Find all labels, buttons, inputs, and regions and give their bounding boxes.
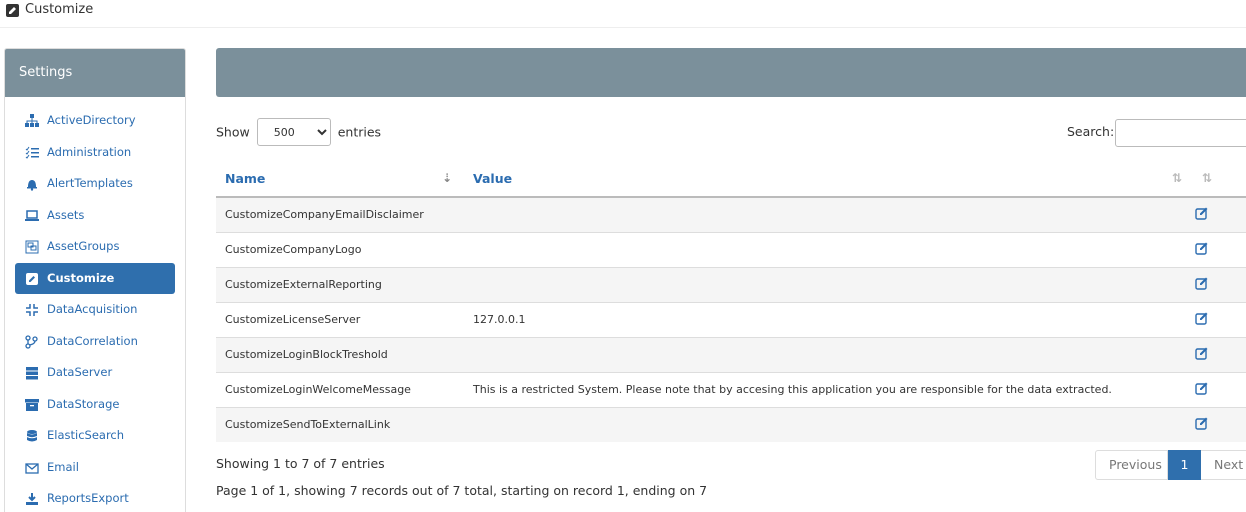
- entries-label: entries: [337, 124, 382, 140]
- table-row: CustomizeLicenseServer 127.0.0.1: [216, 301, 1246, 337]
- page-size-select[interactable]: 500: [256, 118, 331, 146]
- cell-value: [464, 231, 1186, 267]
- server-icon: [26, 367, 38, 380]
- cell-value: [464, 196, 1186, 232]
- page-title: Customize: [25, 2, 94, 17]
- edit-icon[interactable]: [1195, 311, 1209, 325]
- column-header-actions[interactable]: ⇅: [1186, 160, 1246, 198]
- table-row: CustomizeExternalReporting: [216, 266, 1246, 302]
- compress-icon: [26, 304, 38, 316]
- list-check-icon: [25, 146, 39, 159]
- sidebar-item-label: ElasticSearch: [47, 428, 125, 442]
- edit-icon[interactable]: [1195, 381, 1209, 395]
- sidebar-item-label: DataAcquisition: [47, 302, 138, 316]
- sidebar-item-assets[interactable]: Assets: [15, 200, 175, 232]
- sidebar-item-reportsexport[interactable]: ReportsExport: [15, 483, 175, 512]
- sidebar-item-label: AlertTemplates: [47, 176, 133, 190]
- archive-icon: [25, 398, 39, 411]
- cell-name: CustomizeLicenseServer: [216, 301, 464, 337]
- column-header-value[interactable]: Value ⇅: [464, 160, 1186, 198]
- cell-value: 127.0.0.1: [464, 301, 1186, 337]
- sidebar-item-customize[interactable]: Customize: [15, 262, 175, 294]
- sidebar-item-label: ActiveDirectory: [47, 113, 136, 127]
- search-label: Search:: [1067, 124, 1115, 139]
- envelope-icon: [25, 462, 39, 474]
- pagination: Previous 1 Next: [1095, 450, 1246, 480]
- sort-desc-icon: ⇣: [442, 171, 453, 185]
- sidebar-item-label: Administration: [47, 144, 132, 159]
- search-input[interactable]: [1115, 119, 1246, 147]
- cell-value: [464, 406, 1186, 442]
- cell-name: CustomizeSendToExternalLink: [216, 406, 464, 442]
- next-page-button[interactable]: Next: [1201, 450, 1246, 480]
- cell-value: This is a restricted System. Please note…: [464, 371, 1186, 407]
- search-control: Search:: [1067, 119, 1246, 147]
- sidebar-item-email[interactable]: Email: [15, 452, 175, 484]
- table-row: CustomizeCompanyLogo: [216, 231, 1246, 267]
- sidebar-item-label: DataCorrelation: [47, 333, 138, 348]
- table-row: CustomizeSendToExternalLink: [216, 406, 1246, 442]
- sidebar-title: Settings: [5, 49, 185, 97]
- sidebar-item-activedirectory[interactable]: ActiveDirectory: [15, 105, 175, 137]
- page-header: Customize: [0, 0, 1246, 28]
- table-info: Showing 1 to 7 of 7 entries: [216, 456, 385, 471]
- sidebar-item-label: Email: [47, 459, 79, 474]
- edit-icon[interactable]: [1195, 206, 1209, 220]
- edit-icon[interactable]: [1195, 346, 1209, 360]
- database-icon: [26, 430, 38, 442]
- cell-name: CustomizeLoginBlockTreshold: [216, 336, 464, 372]
- edit-icon[interactable]: [1195, 416, 1209, 430]
- cell-value: [464, 336, 1186, 372]
- edit-icon[interactable]: [1195, 241, 1209, 255]
- cell-name: CustomizeLoginWelcomeMessage: [216, 371, 464, 407]
- sitemap-icon: [25, 114, 39, 127]
- edit-icon[interactable]: [1195, 276, 1209, 290]
- table-row: CustomizeCompanyEmailDisclaimer: [216, 196, 1246, 232]
- cell-name: CustomizeCompanyLogo: [216, 231, 464, 267]
- laptop-icon: [25, 209, 39, 221]
- show-label: Show: [216, 124, 250, 140]
- edit-square-icon: [6, 4, 19, 17]
- sort-icon: ⇅: [1172, 171, 1183, 185]
- column-header-name[interactable]: Name ⇣: [216, 160, 464, 198]
- sidebar-item-dataacquisition[interactable]: DataAcquisition: [15, 294, 175, 326]
- sidebar-item-elasticsearch[interactable]: ElasticSearch: [15, 420, 175, 452]
- code-branch-icon: [25, 334, 38, 349]
- page-info: Page 1 of 1, showing 7 records out of 7 …: [216, 483, 708, 498]
- settings-sidebar: Settings ActiveDirectory Administration …: [4, 48, 186, 512]
- sidebar-item-label: ReportsExport: [47, 491, 129, 505]
- content-header-bar: [216, 48, 1246, 97]
- cell-name: CustomizeExternalReporting: [216, 266, 464, 302]
- sidebar-item-label: DataStorage: [47, 396, 120, 411]
- sidebar-item-administration[interactable]: Administration: [15, 137, 175, 169]
- table-row: CustomizeLoginBlockTreshold: [216, 336, 1246, 372]
- sidebar-item-dataserver[interactable]: DataServer: [15, 357, 175, 389]
- sidebar-item-datacorrelation[interactable]: DataCorrelation: [15, 326, 175, 358]
- sidebar-item-assetgroups[interactable]: AssetGroups: [15, 231, 175, 263]
- cell-value: [464, 266, 1186, 302]
- cell-name: CustomizeCompanyEmailDisclaimer: [216, 196, 464, 232]
- sidebar-item-alerttemplates[interactable]: AlertTemplates: [15, 168, 175, 200]
- sidebar-item-label: Customize: [47, 270, 115, 285]
- page-size-control: Show 500 entries: [216, 118, 382, 147]
- edit-square-icon: [26, 272, 38, 285]
- sidebar-item-datastorage[interactable]: DataStorage: [15, 389, 175, 421]
- sort-icon: ⇅: [1202, 171, 1213, 185]
- previous-page-button[interactable]: Previous: [1095, 450, 1168, 480]
- sidebar-item-label: DataServer: [47, 365, 113, 379]
- table-row: CustomizeLoginWelcomeMessage This is a r…: [216, 371, 1246, 407]
- settings-table: Name ⇣ Value ⇅ ⇅ CustomizeCompanyEmailDi…: [216, 160, 1246, 442]
- sidebar-item-label: AssetGroups: [47, 239, 120, 253]
- object-group-icon: [25, 240, 39, 254]
- page-1-button[interactable]: 1: [1168, 450, 1201, 480]
- download-icon: [26, 493, 38, 505]
- sidebar-item-label: Assets: [47, 207, 85, 222]
- bell-icon: [27, 180, 37, 191]
